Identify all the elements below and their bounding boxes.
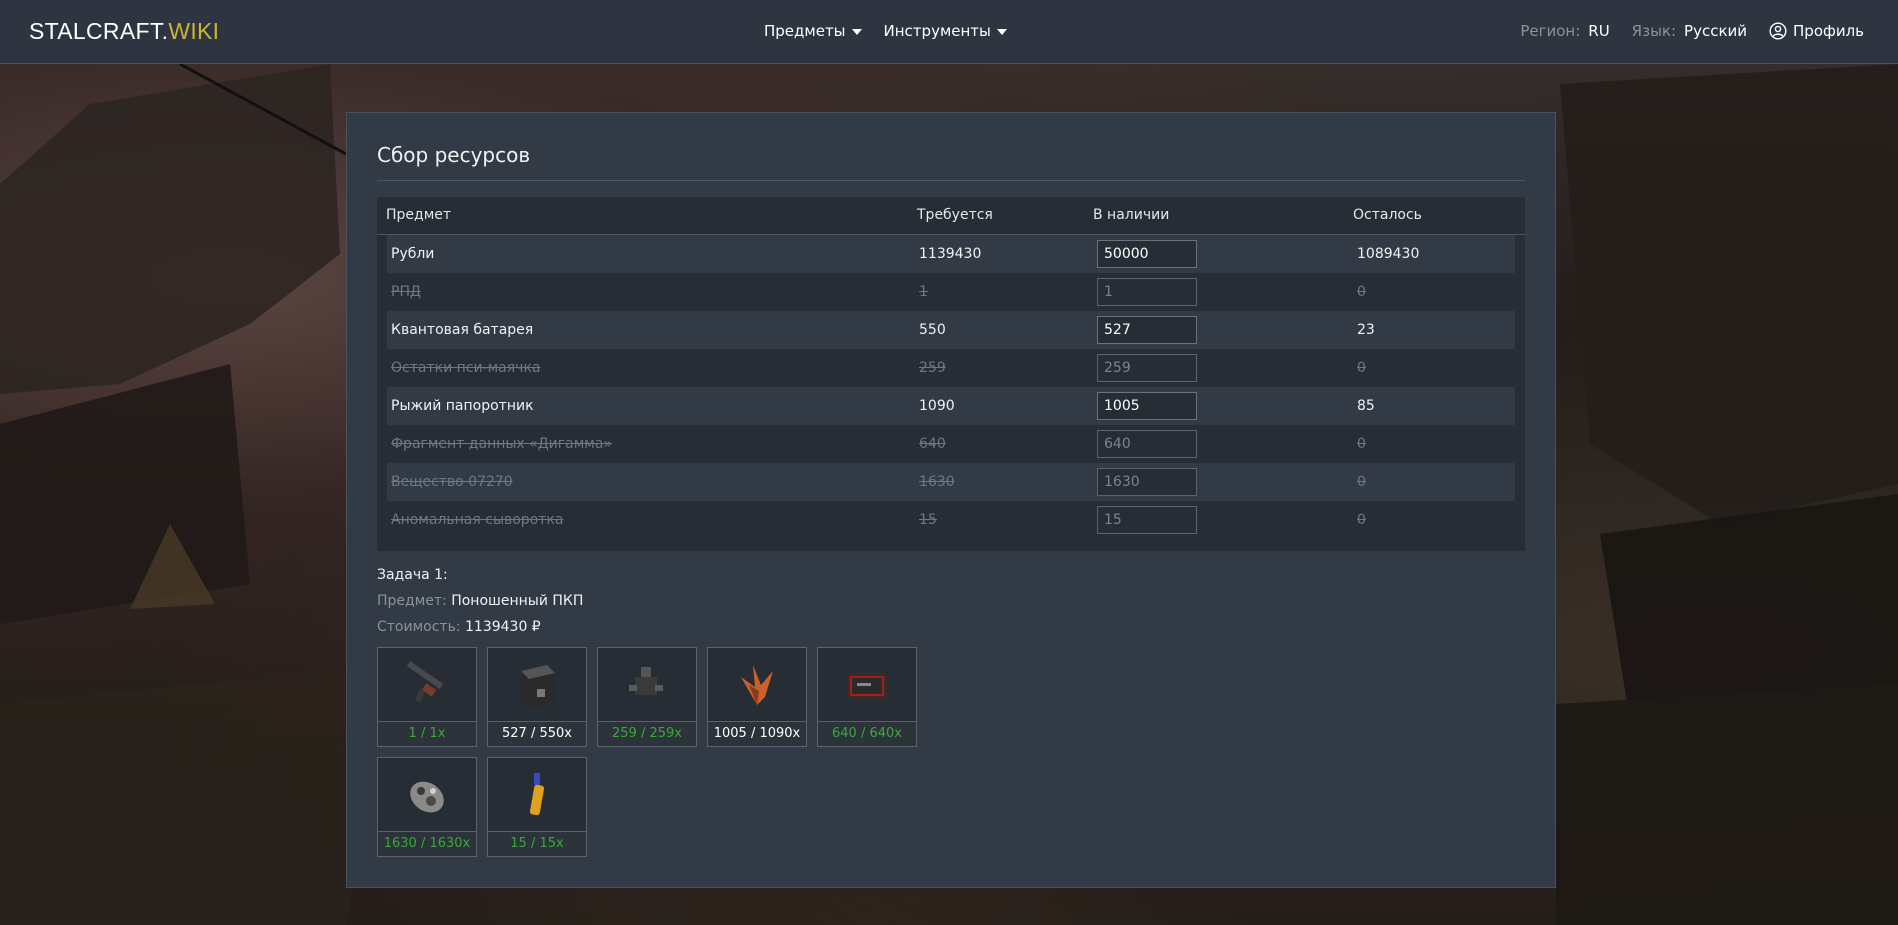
task-item: Предмет: Поношенный ПКП [377,593,583,609]
row-remaining: 0 [1357,436,1366,452]
nav-items-dropdown[interactable]: Предметы [764,22,862,40]
available-input[interactable] [1097,468,1197,496]
row-required: 1139430 [919,246,982,262]
title-divider [377,180,1525,181]
column-item: Предмет [386,207,452,223]
profile-label: Профиль [1793,22,1864,40]
nav-tools-dropdown[interactable]: Инструменты [884,22,1007,40]
resource-tile[interactable]: 527 / 550x [487,647,587,747]
row-item-name: Рубли [391,246,435,262]
row-item-name: Фрагмент данных «Дигамма» [391,436,612,452]
page-title: Сбор ресурсов [377,143,531,167]
resource-tile[interactable]: 1005 / 1090x [707,647,807,747]
table-row: Рубли 1139430 1089430 [387,235,1515,273]
resource-tile[interactable]: 1 / 1x [377,647,477,747]
available-input[interactable] [1097,354,1197,382]
row-required: 1630 [919,474,955,490]
row-item-name: Остатки пси-маячка [391,360,541,376]
task-item-value: Поношенный ПКП [451,593,584,609]
chevron-down-icon [996,28,1007,35]
task-item-label: Предмет: [377,593,447,609]
row-remaining: 0 [1357,474,1366,490]
region-selector[interactable]: RU [1588,22,1609,40]
tile-count: 15 / 15x [488,831,586,856]
row-required: 640 [919,436,946,452]
logo-accent-text: WIKI [168,18,220,44]
resource-tile[interactable]: 1630 / 1630x [377,757,477,857]
logo-main-text: STALCRAFT. [29,18,169,44]
header-settings: Регион: RU Язык: Русский Профиль [1520,22,1864,40]
row-required: 1 [919,284,928,300]
battery-icon [488,648,586,721]
resources-table: Предмет Требуется В наличии Осталось Руб… [377,197,1525,551]
available-input[interactable] [1097,240,1197,268]
row-required: 15 [919,512,937,528]
table-header: Предмет Требуется В наличии Осталось [377,197,1525,235]
available-input[interactable] [1097,278,1197,306]
user-circle-icon [1769,22,1787,40]
resource-tile[interactable]: 15 / 15x [487,757,587,857]
data-fragment-icon [818,648,916,721]
language-selector[interactable]: Русский [1684,22,1747,40]
table-row: Аномальная сыворотка 15 0 [387,501,1515,539]
main-nav: Предметы Инструменты [764,22,1007,40]
column-required: Требуется [917,207,993,223]
tile-count: 527 / 550x [488,721,586,746]
tile-count: 640 / 640x [818,721,916,746]
top-navbar: STALCRAFT.WIKI Предметы Инструменты Реги… [0,0,1898,64]
row-item-name: Рыжий папоротник [391,398,534,414]
available-input[interactable] [1097,430,1197,458]
region-label: Регион: [1520,22,1581,40]
row-remaining: 85 [1357,398,1375,414]
serum-icon [488,758,586,831]
task-cost-value: 1139430 ₽ [465,619,541,635]
row-remaining: 1089430 [1357,246,1420,262]
substance-icon [378,758,476,831]
tile-count: 259 / 259x [598,721,696,746]
table-row: Вещество 07270 1630 0 [387,463,1515,501]
nav-tools-label: Инструменты [883,22,991,40]
machine-gun-icon [378,648,476,721]
row-item-name: Квантовая батарея [391,322,534,338]
table-row: Фрагмент данных «Дигамма» 640 0 [387,425,1515,463]
language-label: Язык: [1631,22,1677,40]
site-logo[interactable]: STALCRAFT.WIKI [29,18,219,45]
task-cost: Стоимость: 1139430 ₽ [377,619,541,635]
row-item-name: Аномальная сыворотка [391,512,564,528]
fern-icon [708,648,806,721]
tile-count: 1 / 1x [378,721,476,746]
task-cost-label: Стоимость: [377,619,461,635]
resource-collection-panel: Сбор ресурсов Предмет Требуется В наличи… [346,112,1556,888]
table-row: Квантовая батарея 550 23 [387,311,1515,349]
task-heading: Задача 1: [377,567,448,583]
resource-tile[interactable]: 259 / 259x [597,647,697,747]
psi-beacon-icon [598,648,696,721]
resource-tile[interactable]: 640 / 640x [817,647,917,747]
row-required: 550 [919,322,946,338]
tile-count: 1630 / 1630x [378,831,476,856]
table-row: Остатки пси-маячка 259 0 [387,349,1515,387]
row-remaining: 0 [1357,512,1366,528]
table-row: РПД 1 0 [387,273,1515,311]
row-required: 259 [919,360,946,376]
table-row: Рыжий папоротник 1090 85 [387,387,1515,425]
row-item-name: Вещество 07270 [391,474,513,490]
row-required: 1090 [919,398,955,414]
tile-count: 1005 / 1090x [708,721,806,746]
row-item-name: РПД [391,284,421,300]
task-heading-text: Задача 1: [377,567,448,583]
chevron-down-icon [851,28,862,35]
available-input[interactable] [1097,392,1197,420]
row-remaining: 0 [1357,284,1366,300]
column-remaining: Осталось [1353,207,1422,223]
column-available: В наличии [1093,207,1170,223]
row-remaining: 0 [1357,360,1366,376]
available-input[interactable] [1097,506,1197,534]
available-input[interactable] [1097,316,1197,344]
profile-link[interactable]: Профиль [1769,22,1864,40]
row-remaining: 23 [1357,322,1375,338]
nav-items-label: Предметы [764,22,846,40]
